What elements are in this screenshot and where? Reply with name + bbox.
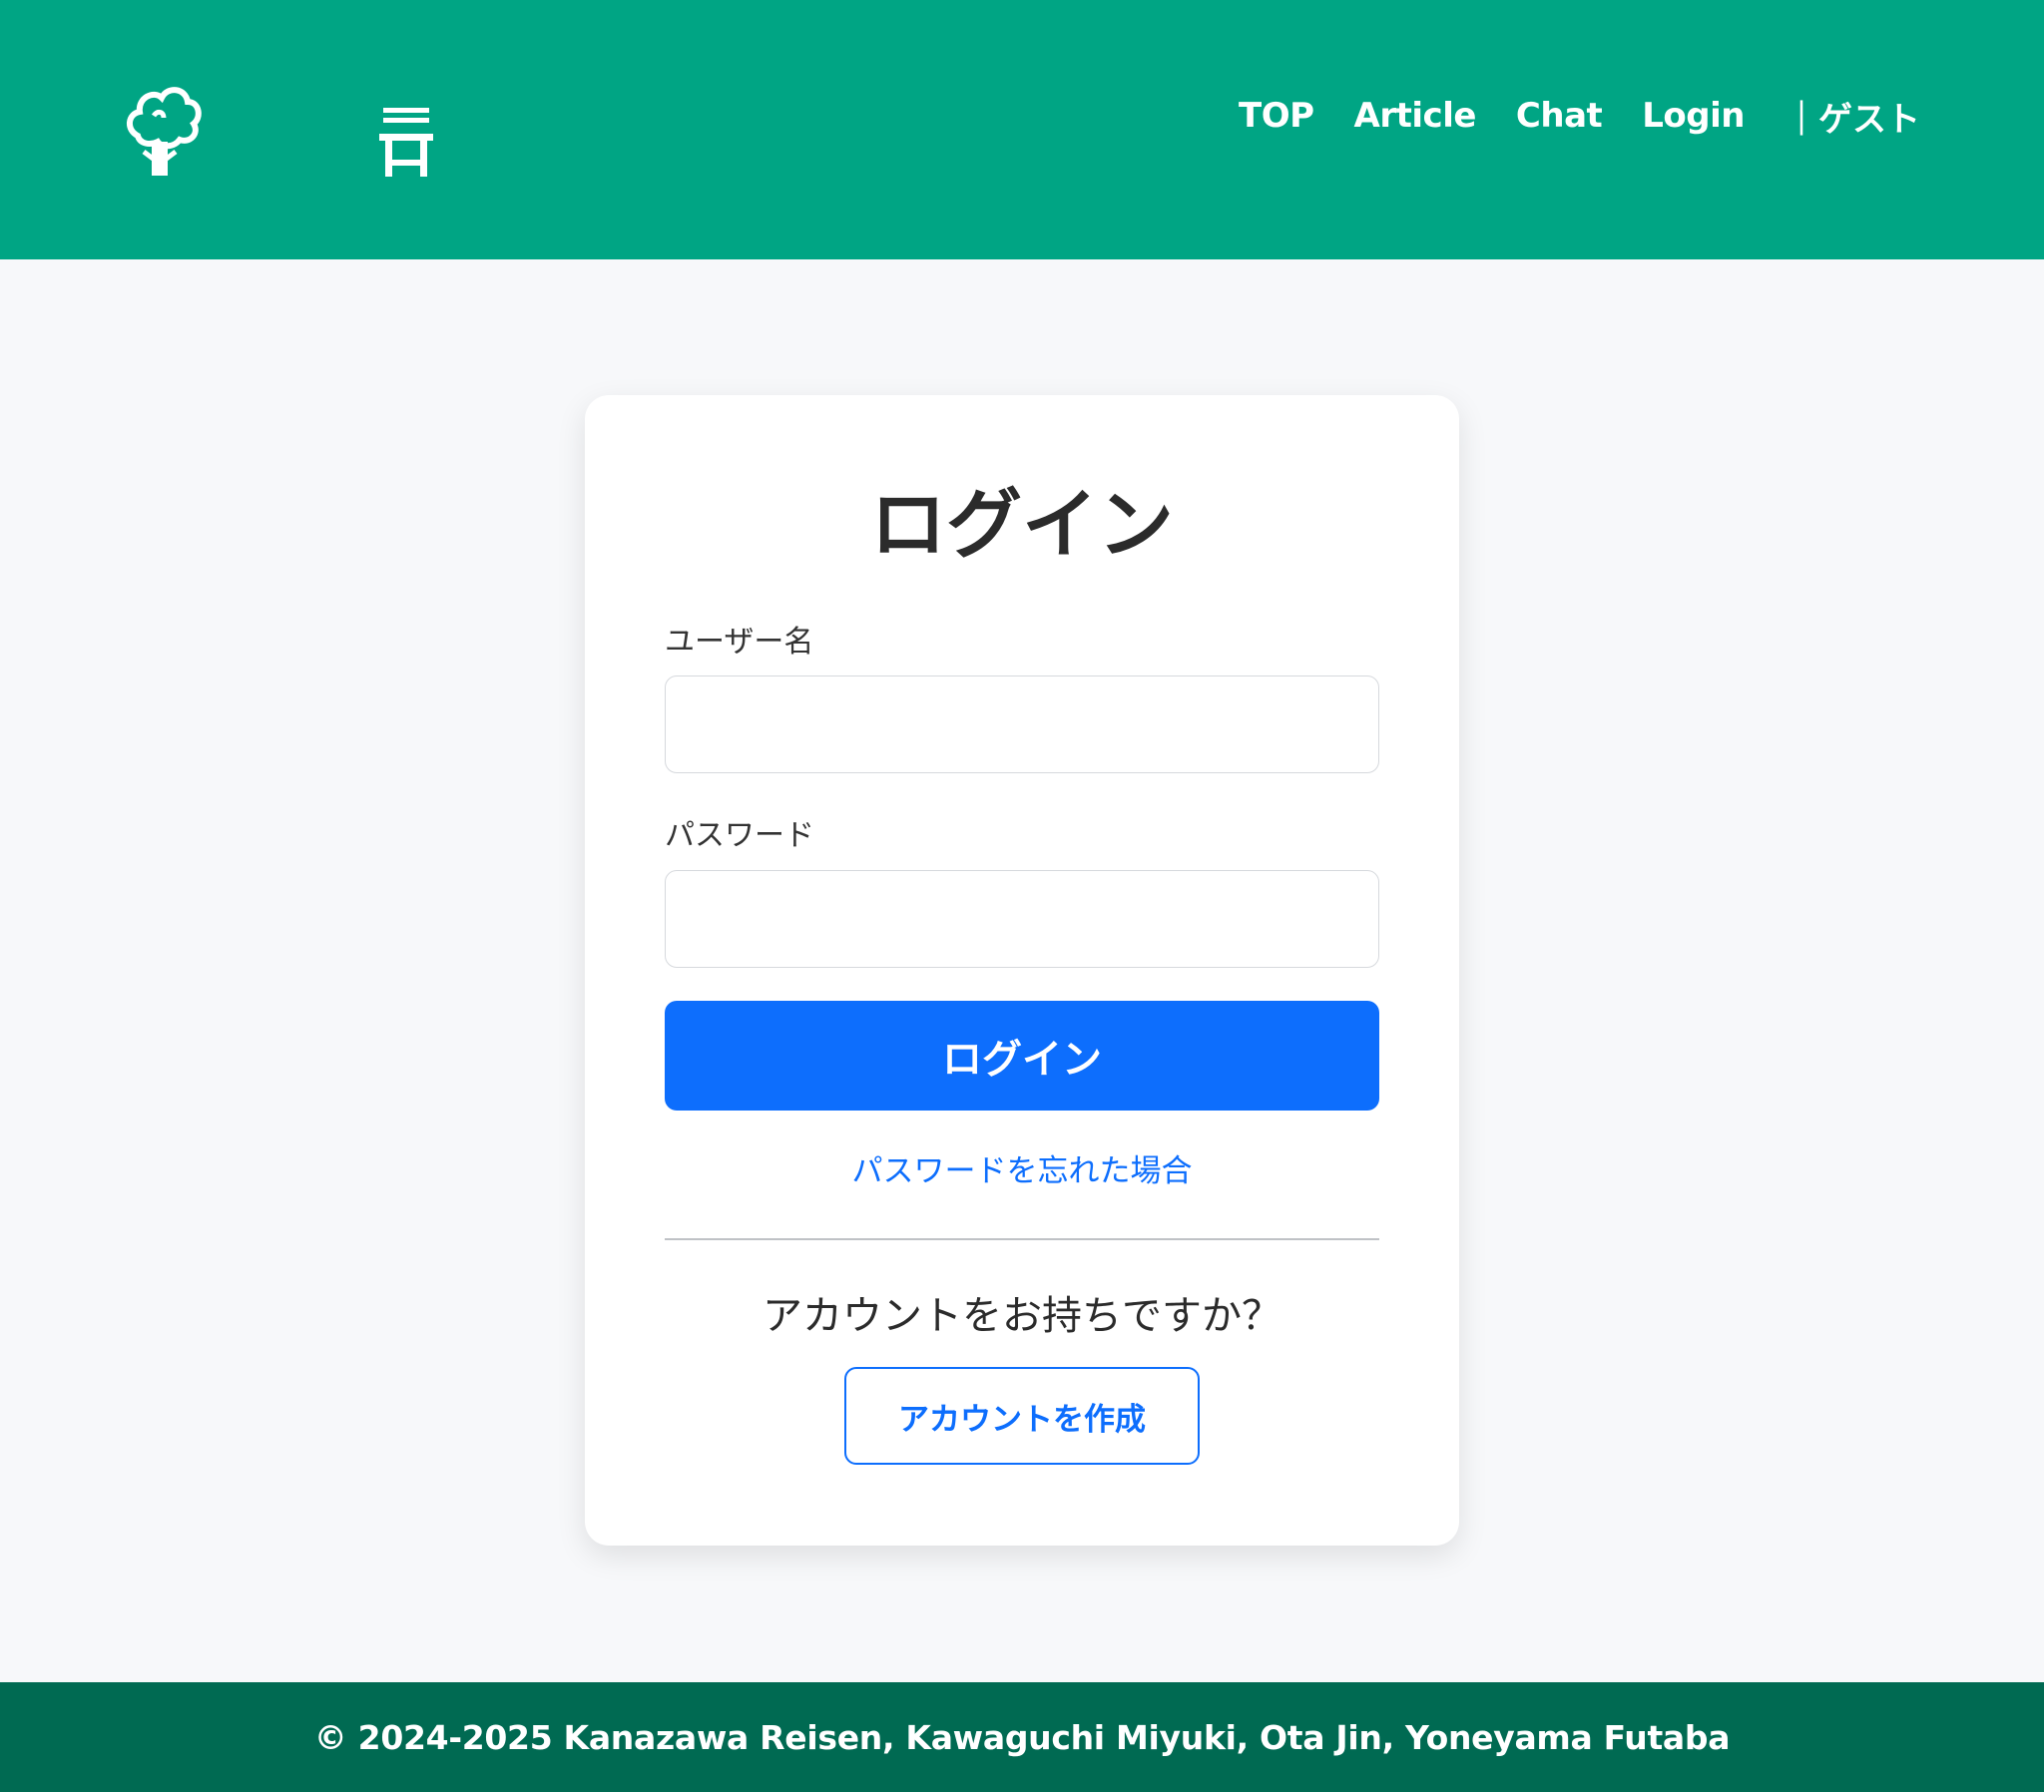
- copyright-text: © 2024-2025 Kanazawa Reisen, Kawaguchi M…: [313, 1717, 1731, 1757]
- nav-article[interactable]: Article: [1354, 96, 1477, 136]
- password-label: パスワード: [665, 818, 814, 853]
- tree-icon: [127, 87, 433, 177]
- login-title: ログイン: [870, 480, 1174, 569]
- main-nav: TOP Article Chat Login ｜ゲスト: [1239, 88, 1920, 144]
- current-user-label: ｜ゲスト: [1785, 99, 1920, 140]
- nav-chat[interactable]: Chat: [1516, 96, 1603, 136]
- nav-top[interactable]: TOP: [1239, 96, 1314, 136]
- forgot-password-link[interactable]: パスワードを忘れた場合: [585, 1145, 1459, 1190]
- login-button[interactable]: ログイン: [665, 1001, 1379, 1111]
- divider: [665, 1238, 1379, 1240]
- username-label: ユーザー名: [665, 625, 814, 660]
- create-account-button[interactable]: アカウントを作成: [844, 1367, 1200, 1465]
- site-logo[interactable]: [124, 80, 495, 184]
- login-card: ログイン ユーザー名 パスワード ログイン パスワードを忘れた場合 アカウントを…: [585, 395, 1459, 1546]
- signup-question: アカウントをお持ちですか？: [763, 1293, 1281, 1339]
- site-header: TOP Article Chat Login ｜ゲスト: [0, 0, 2044, 259]
- nav-login[interactable]: Login: [1642, 96, 1745, 136]
- site-footer: © 2024-2025 Kanazawa Reisen, Kawaguchi M…: [0, 1682, 2044, 1792]
- password-input[interactable]: [665, 870, 1379, 968]
- username-input[interactable]: [665, 675, 1379, 773]
